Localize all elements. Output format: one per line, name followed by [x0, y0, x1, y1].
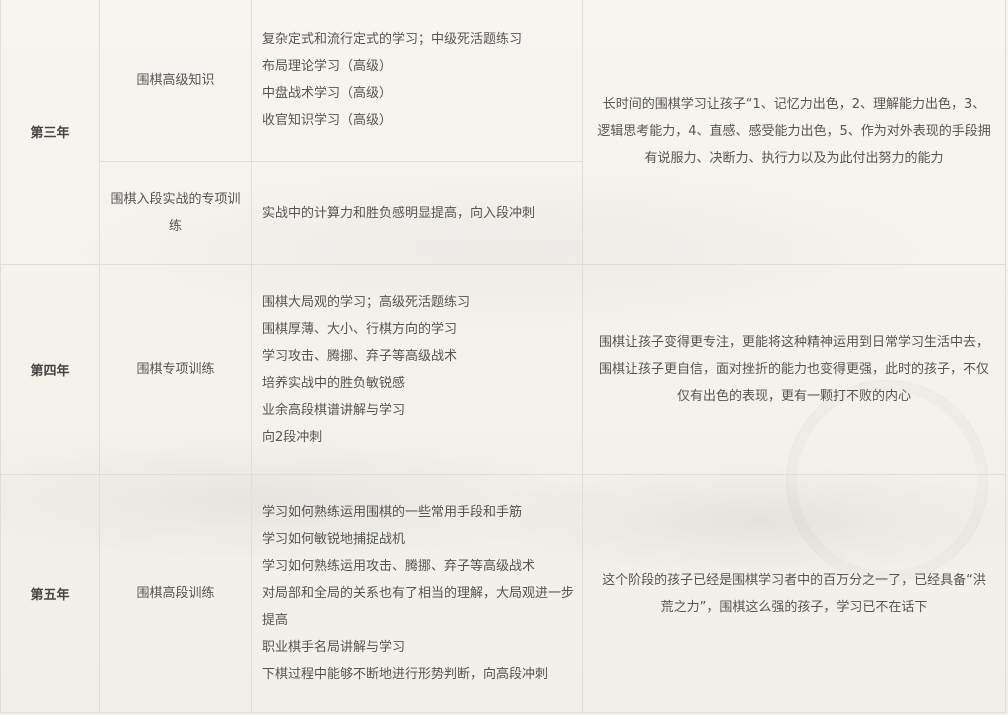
year-label: 第五年	[0, 474, 100, 713]
content-line: 学习如何敏锐地捕捉战机	[262, 532, 406, 547]
result-text: 长时间的围棋学习让孩子“1、记忆力出色，2、理解能力出色，3、逻辑思考能力，4、…	[582, 0, 1006, 265]
content-line: 中盘战术学习（高级）	[262, 86, 393, 101]
content-list: 围棋大局观的学习；高级死活题练习 围棋厚薄、大小、行棋方向的学习 学习攻击、腾挪…	[251, 264, 583, 475]
content-line: 学习攻击、腾挪、弃子等高级战术	[262, 348, 458, 364]
content-line: 实战中的计算力和胜负感明显提高，向入段冲刺	[262, 205, 536, 221]
content-line: 布局理论学习（高级）	[262, 59, 393, 74]
content-list: 学习如何熟练运用围棋的一些常用手段和手筋 学习如何敏锐地捕捉战机 学习如何熟练运…	[251, 474, 583, 713]
year-label: 第四年	[0, 264, 100, 475]
content-line: 培养实战中的胜负敏锐感	[262, 375, 406, 391]
content-line: 下棋过程中能够不断地进行形势判断，向高段冲刺	[262, 667, 549, 682]
topic-label: 围棋专项训练	[99, 264, 252, 475]
content-line: 学习如何熟练运用攻击、腾挪、弃子等高级战术	[262, 559, 536, 574]
content-line: 学习如何熟练运用围棋的一些常用手段和手筋	[262, 505, 523, 520]
topic-label: 围棋高级知识	[99, 0, 252, 162]
content-line: 职业棋手名局讲解与学习	[262, 640, 406, 655]
content-line: 围棋厚薄、大小、行棋方向的学习	[262, 321, 458, 337]
content-list: 实战中的计算力和胜负感明显提高，向入段冲刺	[251, 161, 583, 265]
content-line: 围棋大局观的学习；高级死活题练习	[262, 294, 471, 310]
content-line: 收官知识学习（高级）	[262, 113, 393, 128]
content-line: 向2段冲刺	[262, 429, 323, 445]
topic-label: 围棋入段实战的专项训练	[99, 161, 252, 265]
topic-label: 围棋高段训练	[99, 474, 252, 713]
table-row-year5: 第五年 围棋高段训练 学习如何熟练运用围棋的一些常用手段和手筋 学习如何敏锐地捕…	[0, 474, 1006, 713]
content-line: 对局部和全局的关系也有了相当的理解，大局观进一步提高	[262, 586, 575, 628]
content-list: 复杂定式和流行定式的学习；中级死活题练习 布局理论学习（高级） 中盘战术学习（高…	[251, 0, 583, 162]
content-line: 业余高段棋谱讲解与学习	[262, 402, 406, 418]
year-label: 第三年	[0, 0, 100, 265]
table-row-year3-a: 第三年 围棋高级知识 复杂定式和流行定式的学习；中级死活题练习 布局理论学习（高…	[0, 0, 1006, 265]
content-line: 复杂定式和流行定式的学习；中级死活题练习	[262, 32, 523, 47]
result-text: 这个阶段的孩子已经是围棋学习者中的百万分之一了，已经具备“洪荒之力”，围棋这么强…	[582, 474, 1006, 713]
table-row-year4: 第四年 围棋专项训练 围棋大局观的学习；高级死活题练习 围棋厚薄、大小、行棋方向…	[0, 264, 1006, 475]
result-text: 围棋让孩子变得更专注，更能将这种精神运用到日常学习生活中去，围棋让孩子更自信，面…	[582, 264, 1006, 475]
curriculum-table: 第三年 围棋高级知识 复杂定式和流行定式的学习；中级死活题练习 布局理论学习（高…	[0, 0, 1006, 713]
